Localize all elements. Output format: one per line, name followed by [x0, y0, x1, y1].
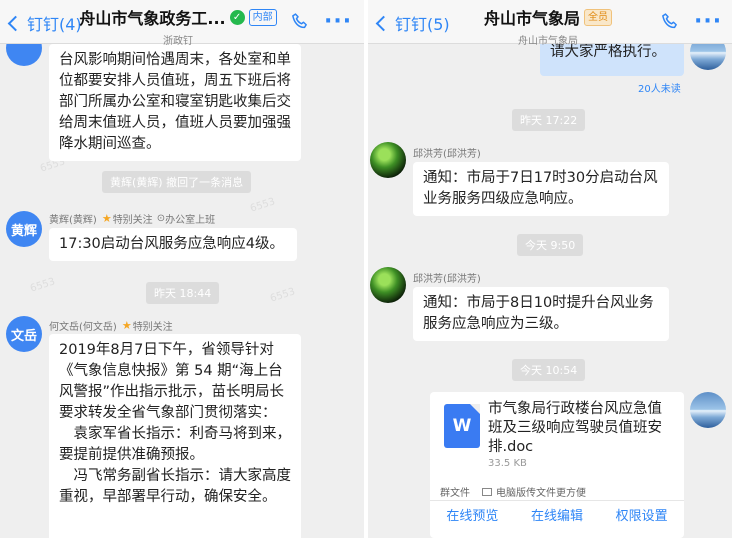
verified-icon: ✓ [229, 9, 245, 25]
back-label: 钉钉(5) [395, 15, 450, 34]
watermark: 6553 [28, 276, 57, 295]
message-bubble[interactable]: 通知：市局于8日10时提升台风业务服务应急响应为三级。 [413, 287, 669, 341]
avatar[interactable] [370, 142, 406, 178]
follow-label: 特别关注 [132, 322, 173, 333]
back-button[interactable]: 钉钉(4) [7, 11, 82, 35]
star-icon: ★ [101, 212, 112, 225]
more-options-icon[interactable]: ··· [694, 11, 722, 33]
sender-name: 邱洪芳(邱洪芳) [413, 274, 481, 285]
left-chat-pane: 钉钉(4) 舟山市气象政务工... ✓ 内部 浙政钉 ··· 6553 6553… [0, 0, 364, 538]
online-preview-link[interactable]: 在线预览 [446, 505, 498, 524]
message-sender: 黄辉(黄辉) ★ 特别关注 ⊙ 办公室上班 [49, 211, 215, 226]
back-label: 钉钉(4) [27, 15, 82, 34]
message-bubble[interactable]: 台风影响期间恰遇周末，各处室和单位都要安排人员值班，周五下班后将部门所属办公室和… [49, 44, 301, 161]
computer-icon [482, 487, 492, 496]
file-source: 群文件 [440, 488, 470, 499]
message-bubble[interactable]: 2019年8月7日下午，省领导针对《气象信息快报》第 54 期“海上台风警报”作… [49, 334, 301, 538]
chevron-left-icon [7, 15, 24, 32]
watermark: 6553 [248, 196, 277, 215]
presence-status: 办公室上班 [165, 215, 216, 226]
file-size: 33.5 KB [488, 458, 527, 469]
sender-name: 黄辉(黄辉) [49, 215, 97, 226]
message-paragraph: 冯飞常务副省长指示：请大家高度重视，早部署早行动，确保安全。 [59, 468, 291, 505]
message-paragraph: 袁家军省长指示：利奇马将到来，要提前提供准确预报。 [59, 426, 291, 463]
chevron-left-icon [375, 15, 392, 32]
left-chat-header: 钉钉(4) 舟山市气象政务工... ✓ 内部 浙政钉 ··· [0, 0, 364, 47]
all-members-badge: 全员 [584, 8, 612, 26]
follow-label: 特别关注 [112, 215, 153, 226]
avatar[interactable] [370, 267, 406, 303]
permission-settings-link[interactable]: 权限设置 [616, 505, 668, 524]
file-actions: 在线预览 在线编辑 权限设置 [430, 505, 684, 524]
word-file-icon: W [444, 404, 480, 448]
online-edit-link[interactable]: 在线编辑 [531, 505, 583, 524]
file-meta: 群文件 电脑版传文件更方便 [440, 484, 586, 499]
chat-title: 舟山市气象政务工... [79, 9, 226, 28]
avatar[interactable]: 黄辉 [6, 211, 42, 247]
file-name[interactable]: 市气象局行政楼台风应急值班及三级响应驾驶员值班安排.doc [488, 400, 672, 457]
internal-badge: 内部 [248, 8, 277, 26]
back-button[interactable]: 钉钉(5) [375, 11, 450, 35]
sender-name: 何文岳(何文岳) [49, 322, 117, 333]
timestamp: 今天 9:50 [517, 234, 584, 256]
star-icon: ★ [121, 319, 132, 332]
timestamp: 昨天 17:22 [512, 109, 586, 131]
timestamp: 今天 10:54 [512, 359, 586, 381]
timestamp: 昨天 18:44 [146, 282, 220, 304]
avatar[interactable]: 文岳 [6, 316, 42, 352]
chat-title-block: 舟山市气象局 全员 舟山市气象局 [468, 5, 628, 47]
chat-subtitle: 浙政钉 [163, 36, 193, 47]
recall-notice: 黄辉(黄辉) 撤回了一条消息 [102, 171, 252, 193]
file-card-divider [430, 500, 684, 501]
chat-title: 舟山市气象局 [483, 9, 580, 28]
sender-name: 邱洪芳(邱洪芳) [413, 149, 481, 160]
right-chat-header: 钉钉(5) 舟山市气象局 全员 舟山市气象局 ··· [368, 0, 732, 47]
right-chat-pane: 钉钉(5) 舟山市气象局 全员 舟山市气象局 ··· 请大家严格执行。 20人未… [368, 0, 732, 538]
message-paragraph: 2019年8月7日下午，省领导针对《气象信息快报》第 54 期“海上台风警报”作… [59, 342, 285, 421]
pc-note: 电脑版传文件更方便 [496, 488, 586, 499]
unread-count[interactable]: 20人未读 [638, 80, 681, 95]
watermark: 6553 [268, 286, 297, 305]
chat-subtitle: 舟山市气象局 [518, 36, 578, 47]
phone-icon[interactable] [290, 12, 310, 32]
chat-title-block: 舟山市气象政务工... ✓ 内部 浙政钉 [78, 5, 278, 47]
message-bubble[interactable]: 通知：市局于7日17时30分启动台风业务服务四级应急响应。 [413, 162, 669, 216]
message-sender: 何文岳(何文岳) ★ 特别关注 [49, 318, 173, 333]
avatar[interactable] [690, 392, 726, 428]
file-card[interactable]: W 市气象局行政楼台风应急值班及三级响应驾驶员值班安排.doc 33.5 KB … [430, 392, 684, 538]
message-bubble[interactable]: 17:30启动台风服务应急响应4级。 [49, 228, 297, 261]
office-icon: ⊙ [156, 213, 166, 224]
more-options-icon[interactable]: ··· [324, 11, 352, 33]
phone-icon[interactable] [660, 12, 680, 32]
